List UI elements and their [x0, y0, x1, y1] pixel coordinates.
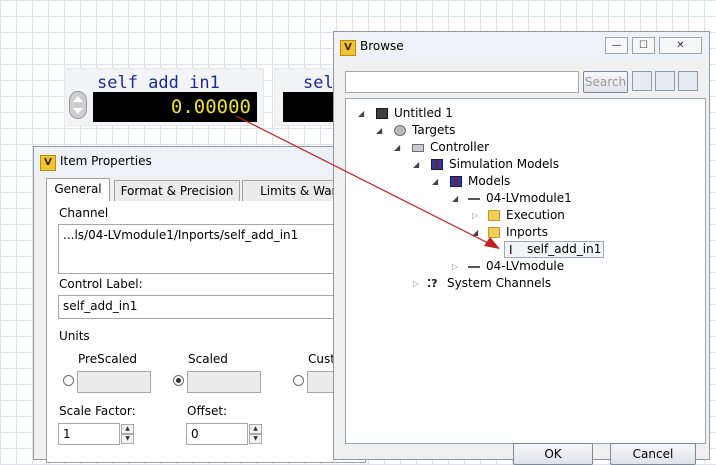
- targets-icon: [394, 125, 406, 136]
- item-properties-dialog: V Item Properties General Format & Preci…: [33, 146, 367, 463]
- system-channels-icon: ⁚?: [427, 277, 438, 290]
- control-label: self add in1: [97, 73, 220, 93]
- expand-arrow-icon[interactable]: ◢: [376, 122, 382, 139]
- tree-item-label: System Channels: [447, 276, 552, 290]
- module-icon: [468, 198, 480, 200]
- search-button[interactable]: Search: [583, 71, 628, 93]
- scale-factor-label: Scale Factor:: [59, 404, 136, 418]
- controller-icon: [412, 144, 424, 152]
- channel-field[interactable]: ...ls/04-LVmodule1/Inports/self_add_in1: [58, 224, 358, 274]
- search-input[interactable]: [345, 71, 579, 93]
- list-view-icon[interactable]: [678, 71, 698, 91]
- expand-arrow-icon[interactable]: ◢: [358, 105, 364, 122]
- scaled-field[interactable]: [187, 371, 261, 393]
- scale-factor-field[interactable]: 1: [58, 423, 120, 445]
- collapse-arrow-icon[interactable]: ▷: [472, 207, 478, 224]
- units-label: Units: [59, 329, 90, 343]
- model-icon: [431, 159, 443, 170]
- cube-icon: [376, 108, 388, 119]
- expand-arrow-icon[interactable]: ◢: [472, 224, 478, 241]
- control-label-caption: Control Label:: [59, 277, 143, 291]
- title-bar[interactable]: V Browse — ☐ ✕: [334, 32, 709, 62]
- numeric-control-self-add-in1[interactable]: self add in1 0.00000: [64, 68, 264, 126]
- tree-item-label: Models: [468, 174, 511, 188]
- units-option-prescaled-label: PreScaled: [78, 352, 137, 366]
- control-label-field[interactable]: self_add_in1: [58, 295, 358, 319]
- units-custom-radio[interactable]: [293, 375, 304, 386]
- expand-arrow-icon[interactable]: ◢: [394, 139, 400, 156]
- collapse-arrow-icon[interactable]: ▷: [413, 275, 419, 292]
- tree-item-label: Inports: [506, 225, 548, 239]
- text-cursor-icon: I: [509, 243, 513, 257]
- tree-item-label: Controller: [430, 140, 490, 154]
- tree-item-label: Execution: [506, 208, 565, 222]
- tree-item-label: Untitled 1: [394, 106, 453, 120]
- expand-arrow-icon[interactable]: ◢: [413, 156, 419, 173]
- close-button[interactable]: ✕: [659, 37, 702, 54]
- maximize-button[interactable]: ☐: [632, 37, 655, 54]
- expand-arrow-icon[interactable]: ◢: [452, 190, 458, 207]
- units-scaled-radio[interactable]: [173, 375, 184, 386]
- tree-item-label: self_add_in1: [527, 242, 602, 256]
- tree-view-icon[interactable]: [632, 71, 652, 91]
- offset-field[interactable]: 0: [186, 423, 248, 445]
- browse-dialog: V Browse — ☐ ✕ Search ◢ Untitled 1 ◢ Tar…: [333, 31, 710, 465]
- app-logo-icon: V: [40, 155, 56, 171]
- units-option-scaled-label: Scaled: [188, 352, 228, 366]
- tab-general[interactable]: General: [46, 178, 110, 202]
- prescaled-field[interactable]: [77, 371, 151, 393]
- title-bar[interactable]: V Item Properties: [34, 147, 352, 177]
- tree-item-self-add-in1[interactable]: I self_add_in1: [504, 241, 604, 258]
- tab-format-precision[interactable]: Format & Precision: [114, 180, 240, 202]
- channel-label: Channel: [59, 206, 109, 220]
- module-icon: [468, 266, 480, 268]
- tree-item-label: 04-LVmodule: [486, 259, 565, 273]
- general-panel: Channel ...ls/04-LVmodule1/Inports/self_…: [46, 201, 367, 463]
- units-option-custom-label: Cust: [308, 352, 335, 366]
- dialog-title: Item Properties: [60, 154, 152, 168]
- units-prescaled-radio[interactable]: [63, 375, 74, 386]
- increment-spinner[interactable]: [69, 91, 87, 119]
- tree-item-label: Simulation Models: [449, 157, 560, 171]
- app-logo-icon: V: [340, 40, 356, 56]
- tree-item-label: Targets: [412, 123, 456, 137]
- model-icon: [450, 176, 462, 187]
- control-label: sel: [303, 73, 334, 93]
- collapse-arrow-icon[interactable]: ▷: [452, 258, 458, 275]
- offset-label: Offset:: [187, 404, 228, 418]
- dialog-title: Browse: [360, 39, 404, 53]
- folder-icon: [488, 227, 500, 238]
- folder-icon: [488, 210, 500, 221]
- expand-arrow-icon[interactable]: ◢: [432, 173, 438, 190]
- ok-button[interactable]: OK: [513, 443, 593, 465]
- offset-stepper[interactable]: ▲ ▼: [249, 424, 262, 444]
- tree-item-label: 04-LVmodule1: [486, 191, 572, 205]
- color-options-icon[interactable]: [655, 71, 675, 91]
- numeric-value-display[interactable]: 0.00000: [93, 92, 257, 122]
- tree-panel: ◢ Untitled 1 ◢ Targets ◢ Controller ◢ Si…: [345, 98, 706, 444]
- minimize-button[interactable]: —: [605, 37, 628, 54]
- cancel-button[interactable]: Cancel: [610, 443, 696, 465]
- scale-factor-stepper[interactable]: ▲ ▼: [121, 424, 134, 444]
